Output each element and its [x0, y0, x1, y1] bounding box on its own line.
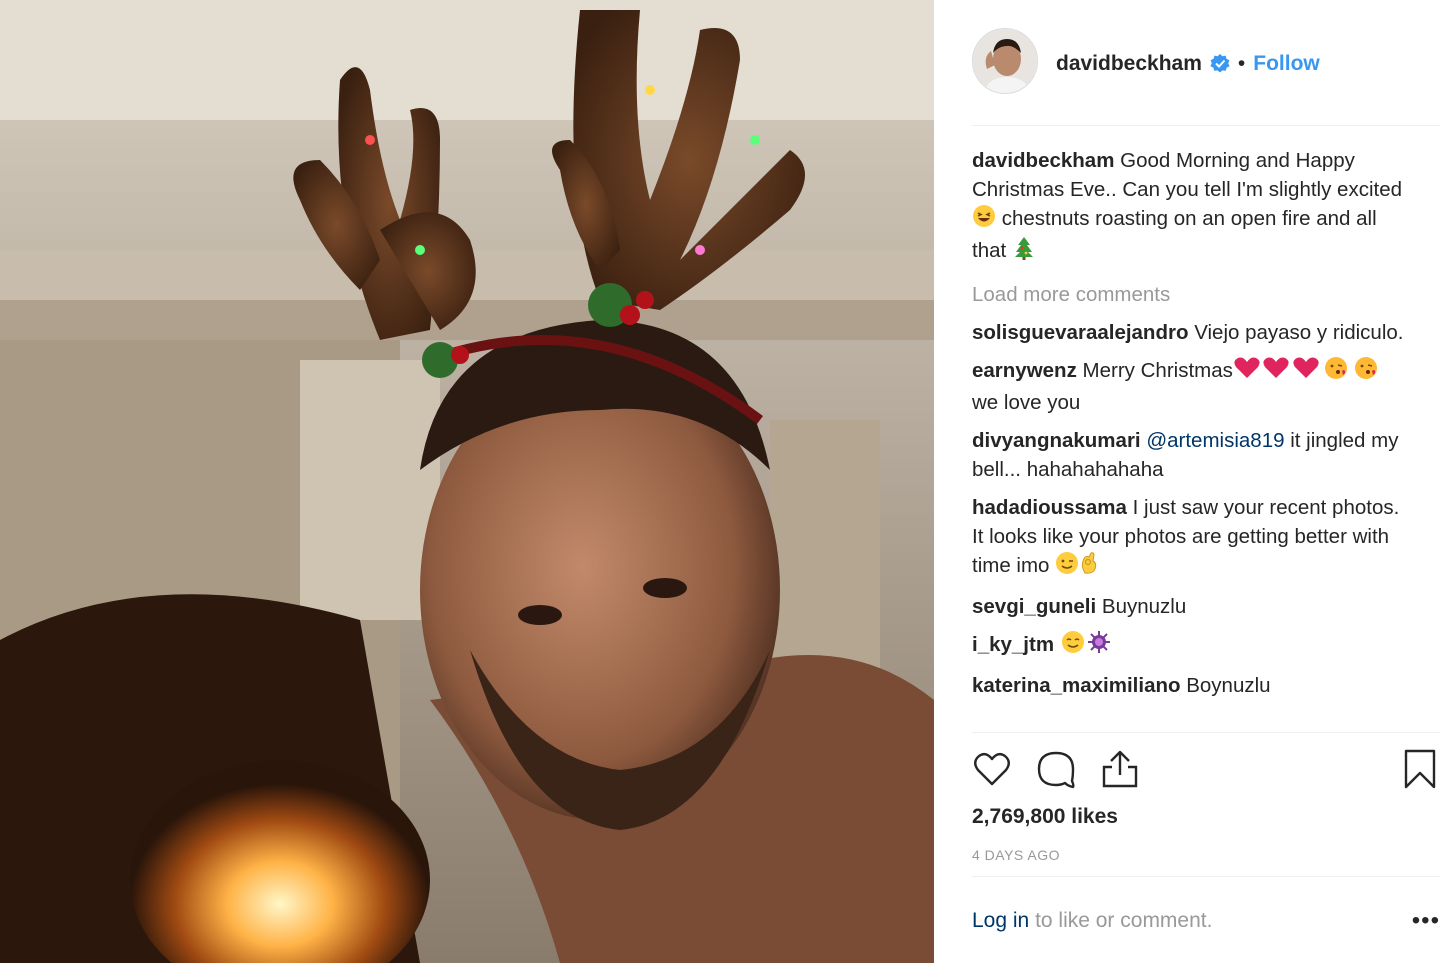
- comment-text: Viejo payaso y ridiculo.: [1194, 321, 1404, 344]
- winking-face-emoji-icon: [1055, 551, 1079, 583]
- comment-item: sevgi_guneli Buynuzlu: [972, 592, 1412, 621]
- comment-username[interactable]: solisguevaraalejandro: [972, 321, 1188, 344]
- comment-item: solisguevaraalejandro Viejo payaso y rid…: [972, 318, 1412, 347]
- action-icons: [972, 749, 1440, 791]
- avatar[interactable]: [972, 28, 1038, 94]
- virus-emoji-icon: [1086, 630, 1112, 662]
- follow-button[interactable]: Follow: [1253, 52, 1320, 76]
- heart-icon[interactable]: [972, 749, 1012, 794]
- login-footer: Log in to like or comment. •••: [972, 876, 1440, 963]
- heart-emoji-icon: [1291, 356, 1321, 388]
- header-text: davidbeckham • Follow: [1056, 52, 1320, 76]
- comment-username[interactable]: sevgi_guneli: [972, 595, 1096, 618]
- comment-item: divyangnakumari @artemisia819 it jingled…: [972, 426, 1412, 484]
- login-prompt: Log in to like or comment.: [972, 909, 1212, 933]
- comment-username[interactable]: i_ky_jtm: [972, 633, 1054, 656]
- post-header: davidbeckham • Follow: [972, 28, 1440, 126]
- header-username[interactable]: davidbeckham: [1056, 52, 1202, 76]
- more-options-icon[interactable]: •••: [1412, 907, 1440, 935]
- heart-emoji-icon: [1233, 356, 1261, 388]
- post-sidebar: davidbeckham • Follow davidbeckham Good …: [934, 0, 1442, 963]
- load-more-comments-link[interactable]: Load more comments: [972, 280, 1412, 309]
- ok-hand-emoji-icon: [1079, 551, 1101, 583]
- share-icon[interactable]: [1100, 749, 1140, 794]
- comment-username[interactable]: earnywenz: [972, 359, 1077, 382]
- kissing-face-emoji-icon: [1321, 356, 1351, 388]
- comment-item: hadadioussama I just saw your recent pho…: [972, 493, 1412, 583]
- login-link[interactable]: Log in: [972, 909, 1029, 932]
- comment-text: Buynuzlu: [1101, 595, 1187, 618]
- comment-text-2: we love you: [972, 391, 1081, 414]
- comment-text: Merry Christmas: [1082, 359, 1233, 382]
- kissing-face-emoji-icon: [1351, 356, 1381, 388]
- comment-username[interactable]: divyangnakumari: [972, 429, 1141, 452]
- comment-username[interactable]: katerina_maximiliano: [972, 674, 1181, 697]
- post-photo[interactable]: [0, 0, 934, 963]
- comments-list: davidbeckham Good Morning and Happy Chri…: [972, 146, 1412, 709]
- separator-dot: •: [1237, 52, 1246, 75]
- caption-username[interactable]: davidbeckham: [972, 149, 1114, 172]
- bookmark-icon[interactable]: [1402, 749, 1438, 794]
- comment-text: Boynuzlu: [1186, 674, 1271, 697]
- smiling-face-emoji-icon: [1060, 630, 1086, 662]
- christmas-tree-emoji-icon: [1012, 236, 1036, 268]
- comment-mention-link[interactable]: @artemisia819: [1146, 429, 1284, 452]
- comment-item: i_ky_jtm: [972, 630, 1412, 662]
- comment-item: earnywenz Merry Christmas we love you: [972, 356, 1412, 417]
- verified-badge-icon: [1210, 54, 1230, 74]
- grinning-squinting-emoji-icon: [972, 204, 996, 236]
- comment-icon[interactable]: [1036, 749, 1076, 794]
- post-actions: 2,769,800 likes 4 DAYS AGO: [972, 732, 1440, 876]
- post-timestamp[interactable]: 4 DAYS AGO: [972, 847, 1060, 863]
- login-prompt-text: to like or comment.: [1035, 909, 1213, 932]
- comment-item: katerina_maximiliano Boynuzlu: [972, 671, 1412, 700]
- comment-username[interactable]: hadadioussama: [972, 496, 1127, 519]
- heart-emoji-icon: [1261, 356, 1291, 388]
- post-caption: davidbeckham Good Morning and Happy Chri…: [972, 146, 1412, 268]
- likes-count[interactable]: 2,769,800 likes: [972, 805, 1118, 829]
